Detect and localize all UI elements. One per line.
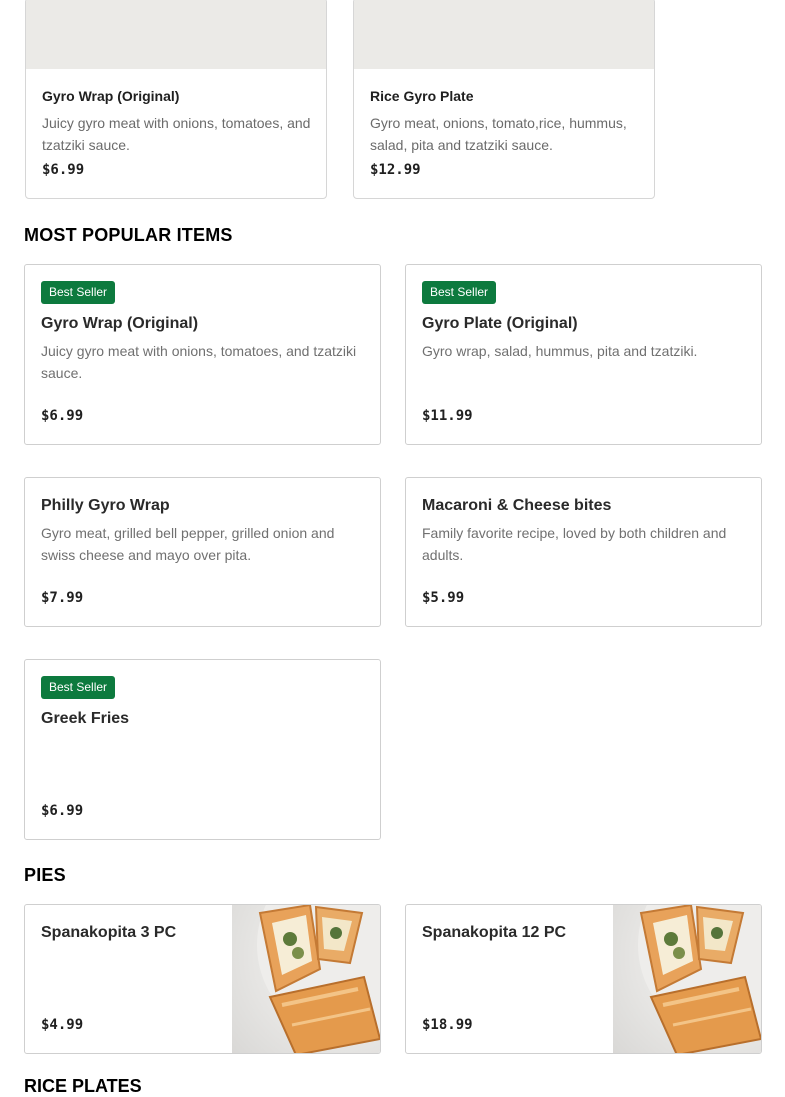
menu-item-card[interactable]: Philly Gyro Wrap Gyro meat, grilled bell… — [24, 477, 381, 627]
menu-item-description: Gyro meat, grilled bell pepper, grilled … — [41, 525, 335, 563]
section-heading-most-popular: MOST POPULAR ITEMS — [24, 225, 233, 245]
section-heading-rice-plates: RICE PLATES — [24, 1076, 142, 1096]
menu-item-card[interactable]: Best Seller Gyro Plate (Original) Gyro w… — [405, 264, 762, 445]
best-seller-badge: Best Seller — [422, 281, 497, 304]
menu-item-card[interactable]: Spanakopita 12 PC $18.99 — [405, 904, 762, 1054]
menu-item-price: $6.99 — [41, 803, 84, 819]
best-seller-badge: Best Seller — [41, 281, 116, 304]
featured-item-title: Rice Gyro Plate — [370, 88, 474, 104]
featured-item-description: Juicy gyro meat with onions, tomatoes, a… — [42, 115, 311, 153]
spanakopita-photo — [232, 905, 380, 1053]
featured-item-price: $6.99 — [42, 162, 85, 178]
featured-item-title: Gyro Wrap (Original) — [42, 88, 180, 104]
menu-item-title: Greek Fries — [41, 710, 130, 727]
menu-item-card[interactable]: Best Seller Greek Fries $6.99 — [24, 659, 381, 840]
menu-item-card[interactable]: Best Seller Gyro Wrap (Original) Juicy g… — [24, 264, 381, 445]
menu-item-title: Spanakopita 3 PC — [41, 924, 177, 941]
featured-item-image — [26, 0, 326, 69]
featured-item-price: $12.99 — [370, 162, 421, 178]
menu-item-title: Spanakopita 12 PC — [422, 924, 567, 941]
menu-item-title: Philly Gyro Wrap — [41, 497, 170, 514]
menu-item-description: Family favorite recipe, loved by both ch… — [422, 525, 727, 563]
menu-item-title: Gyro Plate (Original) — [422, 315, 578, 332]
menu-item-title: Macaroni & Cheese bites — [422, 497, 612, 514]
best-seller-badge: Best Seller — [41, 676, 116, 699]
featured-item-image — [354, 0, 654, 69]
featured-card-rice-gyro-plate[interactable]: Rice Gyro Plate Gyro meat, onions, tomat… — [353, 0, 655, 199]
menu-item-price: $4.99 — [41, 1017, 84, 1033]
menu-item-card[interactable]: Macaroni & Cheese bites Family favorite … — [405, 477, 762, 627]
menu-item-price: $11.99 — [422, 408, 473, 424]
menu-item-title: Gyro Wrap (Original) — [41, 315, 199, 332]
menu-item-price: $7.99 — [41, 590, 84, 606]
menu-item-card[interactable]: Spanakopita 3 PC $4.99 — [24, 904, 381, 1054]
menu-item-price: $6.99 — [41, 408, 84, 424]
featured-item-description: Gyro meat, onions, tomato,rice, hummus, … — [370, 115, 627, 153]
menu-item-description: Gyro wrap, salad, hummus, pita and tzatz… — [422, 343, 698, 359]
menu-item-price: $5.99 — [422, 590, 465, 606]
spanakopita-photo — [613, 905, 761, 1053]
menu-item-price: $18.99 — [422, 1017, 473, 1033]
featured-card-gyro-wrap[interactable]: Gyro Wrap (Original) Juicy gyro meat wit… — [25, 0, 327, 199]
menu-item-description: Juicy gyro meat with onions, tomatoes, a… — [41, 343, 357, 381]
section-heading-pies: PIES — [24, 865, 66, 885]
